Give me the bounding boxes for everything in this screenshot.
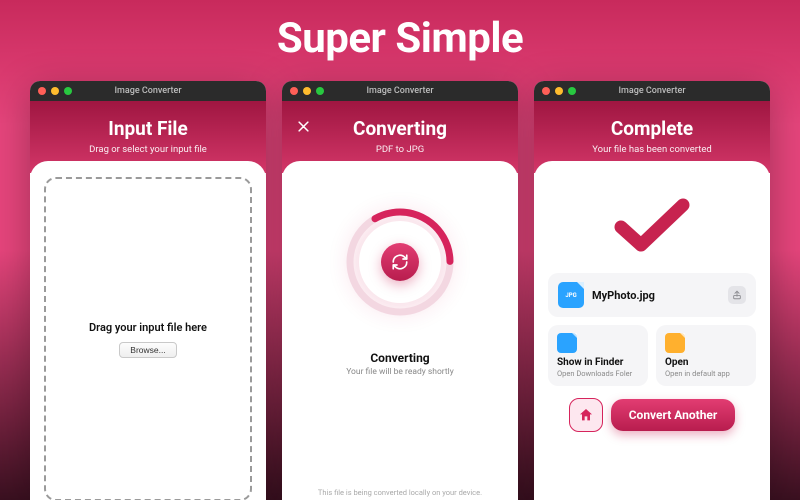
header-title: Complete bbox=[544, 117, 760, 140]
status-title: Converting bbox=[346, 351, 454, 365]
status-sub: Your file will be ready shortly bbox=[346, 367, 454, 377]
window-complete: Image Converter Complete Your file has b… bbox=[534, 81, 770, 500]
header-subtitle: Drag or select your input file bbox=[40, 144, 256, 155]
open-file-icon bbox=[665, 333, 685, 353]
output-file-name: MyPhoto.jpg bbox=[592, 289, 720, 302]
show-in-finder-button[interactable]: Show in Finder Open Downloads Foler bbox=[548, 325, 648, 386]
titlebar: Image Converter bbox=[282, 81, 518, 101]
window-title: Image Converter bbox=[282, 86, 518, 96]
refresh-icon bbox=[381, 243, 419, 281]
window-converting: Image Converter Converting PDF to JPG bbox=[282, 81, 518, 500]
checkmark-icon bbox=[613, 197, 691, 257]
action-row: Show in Finder Open Downloads Foler Open… bbox=[548, 325, 756, 386]
titlebar: Image Converter bbox=[534, 81, 770, 101]
action-title: Show in Finder bbox=[557, 357, 639, 368]
body-input: Drag your input file here Browse... bbox=[30, 161, 266, 500]
file-jpg-icon: JPG bbox=[558, 282, 584, 308]
bottom-row: Convert Another bbox=[548, 398, 756, 432]
home-button[interactable] bbox=[569, 398, 603, 432]
header-title: Input File bbox=[40, 117, 256, 140]
action-sub: Open Downloads Foler bbox=[557, 369, 639, 378]
header-subtitle: PDF to JPG bbox=[292, 144, 508, 155]
action-title: Open bbox=[665, 357, 747, 368]
status-label: Converting Your file will be ready short… bbox=[346, 351, 454, 377]
window-input: Image Converter Input File Drag or selec… bbox=[30, 81, 266, 500]
open-file-button[interactable]: Open Open in default app bbox=[656, 325, 756, 386]
share-icon[interactable] bbox=[728, 286, 746, 304]
hero-title: Super Simple bbox=[277, 14, 523, 63]
cancel-icon[interactable] bbox=[296, 119, 311, 137]
progress-ring bbox=[341, 203, 459, 321]
window-title: Image Converter bbox=[534, 86, 770, 96]
browse-button[interactable]: Browse... bbox=[119, 342, 176, 358]
titlebar: Image Converter bbox=[30, 81, 266, 101]
body-complete: JPG MyPhoto.jpg Show in Finder Open Down… bbox=[534, 161, 770, 500]
header-subtitle: Your file has been converted bbox=[544, 144, 760, 155]
screenshots-row: Image Converter Input File Drag or selec… bbox=[0, 81, 800, 500]
dropzone-text: Drag your input file here bbox=[89, 321, 207, 334]
window-title: Image Converter bbox=[30, 86, 266, 96]
header-title: Converting bbox=[292, 117, 508, 140]
footnote: This file is being converted locally on … bbox=[282, 488, 518, 497]
dropzone[interactable]: Drag your input file here Browse... bbox=[44, 177, 252, 500]
folder-icon bbox=[557, 333, 577, 353]
action-sub: Open in default app bbox=[665, 369, 747, 378]
convert-another-button[interactable]: Convert Another bbox=[611, 399, 736, 431]
body-converting: Converting Your file will be ready short… bbox=[282, 161, 518, 500]
output-file-card[interactable]: JPG MyPhoto.jpg bbox=[548, 273, 756, 317]
